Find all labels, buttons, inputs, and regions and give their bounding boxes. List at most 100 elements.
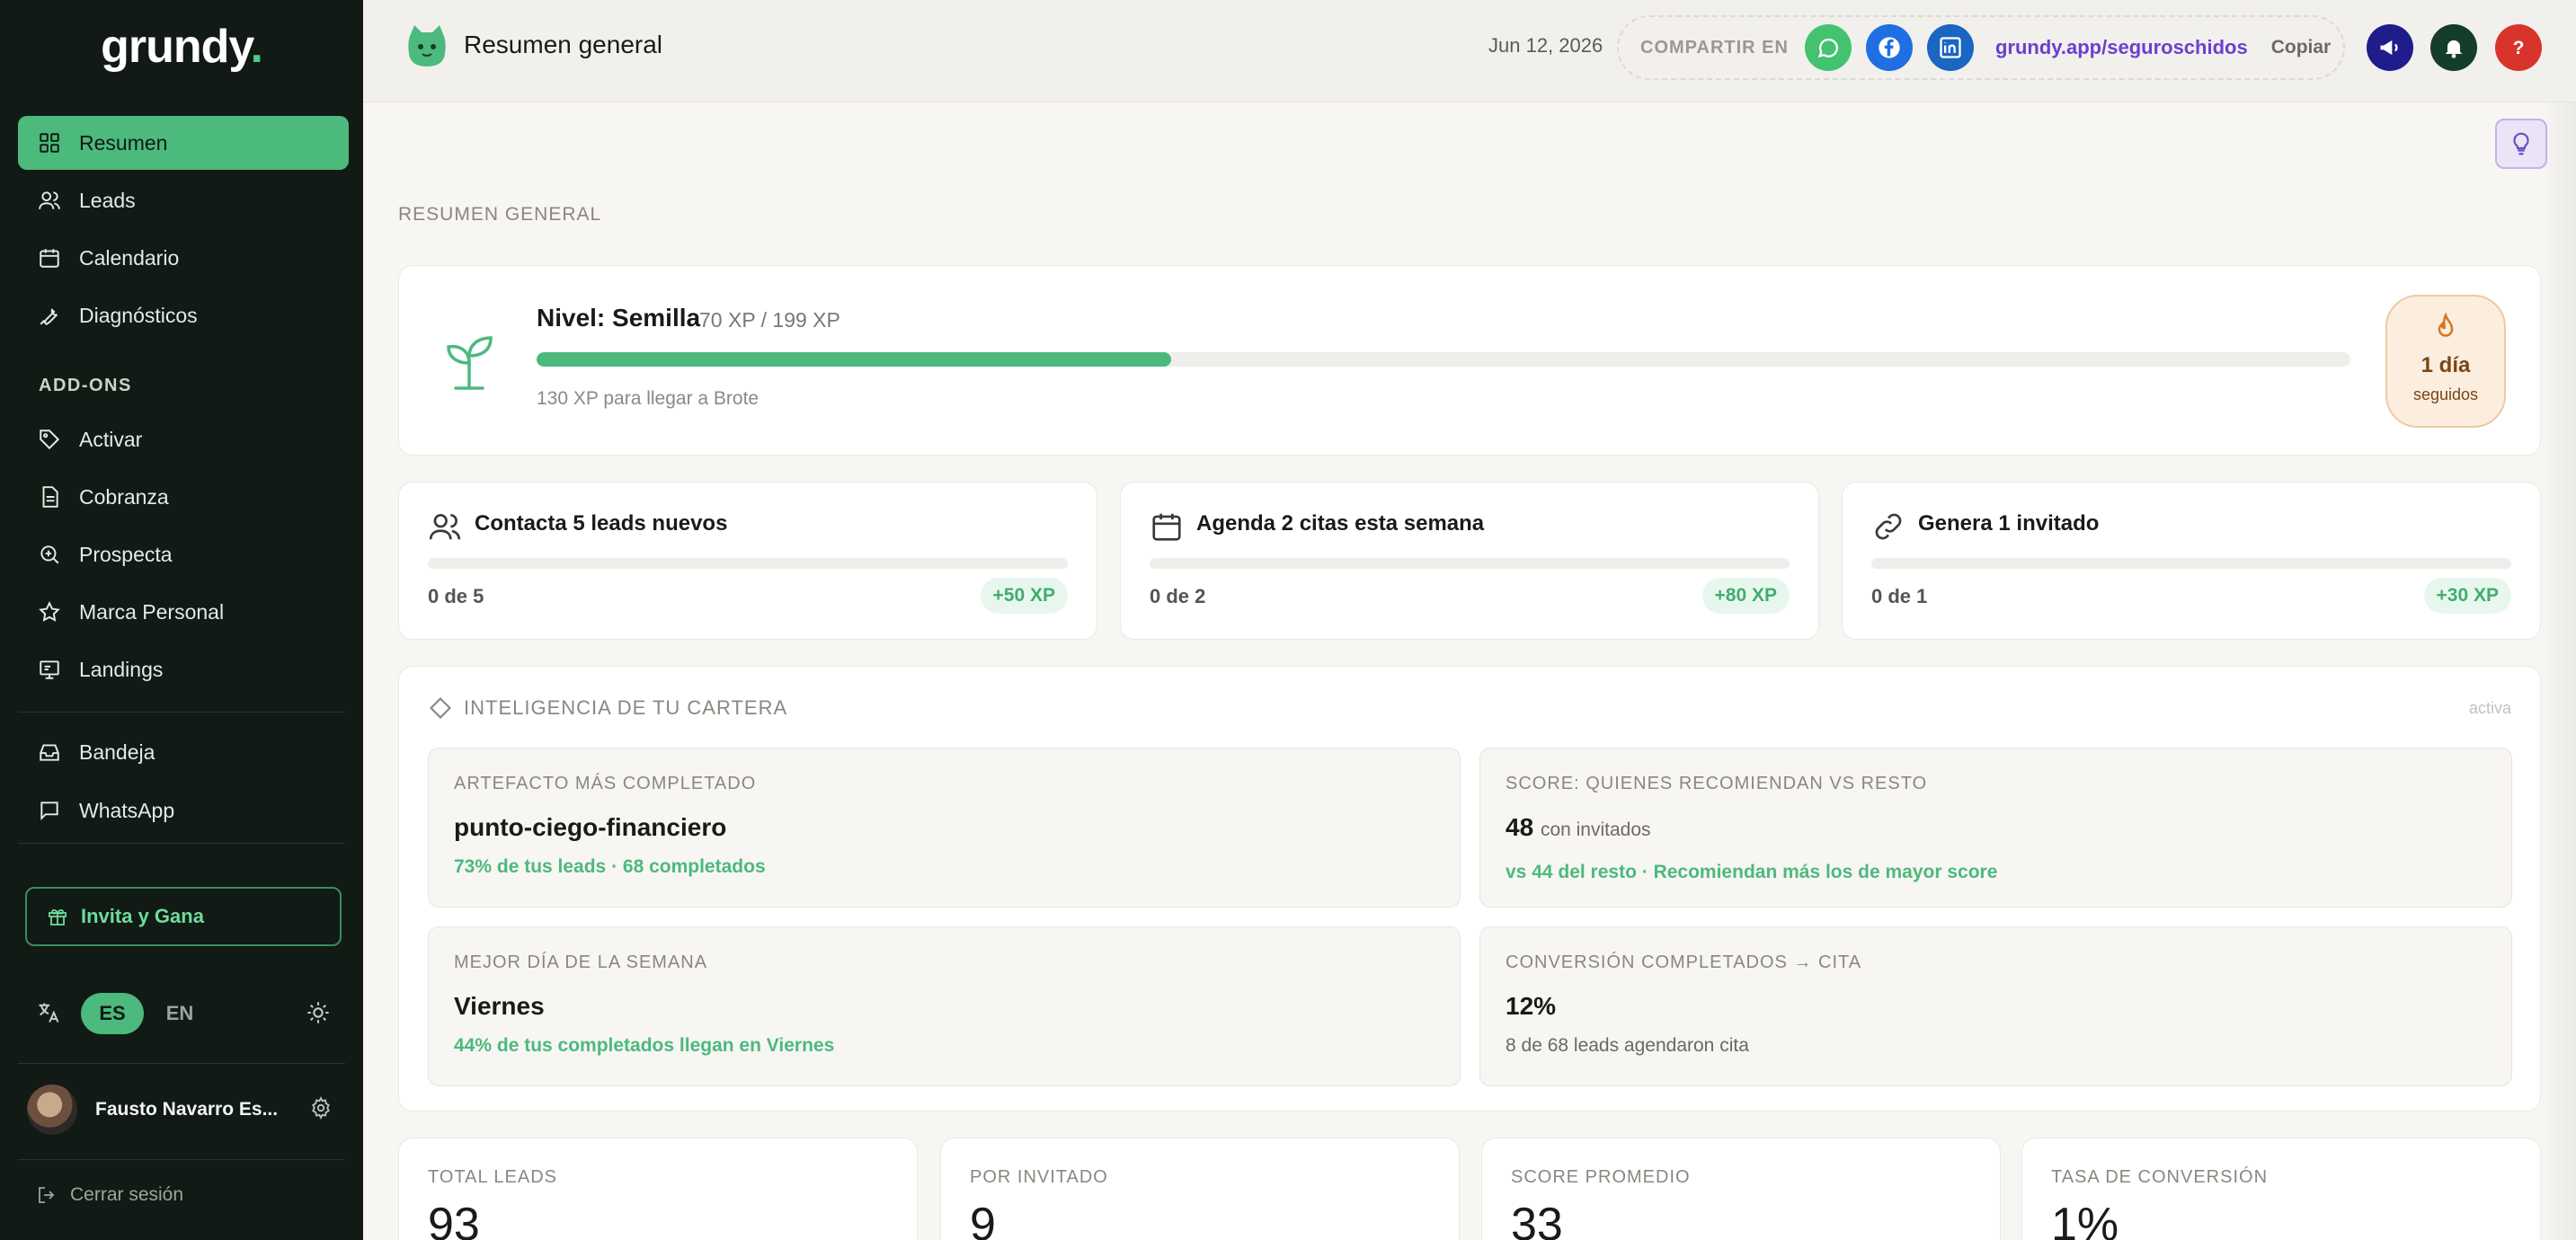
logout-button[interactable]: Cerrar sesión <box>36 1184 183 1206</box>
stat-value: 1% <box>2051 1199 2119 1240</box>
insight-value: punto-ciego-financiero <box>454 813 727 841</box>
sidebar-item-whatsapp[interactable]: WhatsApp <box>18 784 349 837</box>
task-title: Agenda 2 citas esta semana <box>1196 511 1485 536</box>
task-progress-bar <box>1871 558 2511 569</box>
announcements-button[interactable] <box>2367 24 2413 71</box>
task-card[interactable]: Agenda 2 citas esta semana 0 de 2 +80 XP <box>1120 482 1819 640</box>
sidebar-item-marca-personal[interactable]: Marca Personal <box>18 585 349 639</box>
insight-box: ARTEFACTO MÁS COMPLETADO punto-ciego-fin… <box>428 748 1461 908</box>
addons-section-label: ADD-ONS <box>39 376 132 395</box>
sidebar-item-label: Prospecta <box>79 542 173 566</box>
facebook-share-button[interactable] <box>1865 24 1913 71</box>
section-title: RESUMEN GENERAL <box>398 204 602 225</box>
sidebar-item-activar[interactable]: Activar <box>18 412 349 466</box>
invite-label: Invita y Gana <box>81 905 204 927</box>
insight-box: CONVERSIÓN COMPLETADOS → CITA 12% 8 de 6… <box>1479 926 2512 1086</box>
stat-card: TASA DE CONVERSIÓN 1% <box>2021 1138 2541 1240</box>
task-title: Contacta 5 leads nuevos <box>475 511 728 536</box>
sidebar-item-resumen[interactable]: Resumen <box>18 116 349 170</box>
lang-en-button[interactable]: EN <box>144 993 216 1034</box>
logout-icon <box>39 1187 55 1203</box>
stat-value: 93 <box>428 1199 480 1240</box>
search-plus-icon <box>38 543 61 566</box>
whatsapp-share-button[interactable] <box>1804 24 1852 71</box>
tag-icon <box>38 428 61 451</box>
sidebar-item-label: WhatsApp <box>79 798 175 822</box>
stat-card: TOTAL LEADS 93 <box>398 1138 918 1240</box>
grid-icon <box>38 131 61 155</box>
lang-es-button[interactable]: ES <box>81 993 144 1034</box>
sidebar-item-label: Activar <box>79 427 143 451</box>
sun-icon[interactable] <box>306 1000 333 1027</box>
insight-box: MEJOR DÍA DE LA SEMANA Viernes 44% de tu… <box>428 926 1461 1086</box>
gear-icon[interactable] <box>309 1095 333 1124</box>
insight-label: MEJOR DÍA DE LA SEMANA <box>454 952 708 972</box>
sprout-icon <box>447 336 493 390</box>
monitor-icon <box>38 658 61 681</box>
task-progress: 0 de 1 <box>1871 585 1928 607</box>
sidebar-item-label: Calendario <box>79 245 180 270</box>
stat-value: 33 <box>1511 1199 1563 1240</box>
task-progress: 0 de 2 <box>1150 585 1206 607</box>
sidebar-divider <box>18 1063 345 1064</box>
calendar-icon <box>38 246 61 270</box>
sidebar-item-prospecta[interactable]: Prospecta <box>18 527 349 581</box>
task-card[interactable]: Contacta 5 leads nuevos 0 de 5 +50 XP <box>398 482 1097 640</box>
share-link[interactable]: grundy.app/seguroschidos <box>1995 36 2248 59</box>
sidebar-divider <box>18 712 345 713</box>
sidebar-item-diagnosticos[interactable]: Diagnósticos <box>18 288 349 342</box>
task-progress-bar <box>428 558 1068 569</box>
sidebar-divider <box>18 843 345 844</box>
streak-days: 1 día <box>2421 353 2471 377</box>
star-icon <box>38 600 61 624</box>
invite-button[interactable]: Invita y Gana <box>25 887 342 946</box>
stat-card: POR INVITADO 9 <box>940 1138 1460 1240</box>
language-switcher: ES EN <box>36 993 333 1034</box>
svg-text:?: ? <box>2513 38 2525 58</box>
sidebar-item-leads[interactable]: Leads <box>18 173 349 227</box>
level-progress-bar <box>537 352 2350 367</box>
flame-icon <box>2438 312 2454 337</box>
logout-label: Cerrar sesión <box>70 1184 184 1205</box>
linkedin-share-button[interactable] <box>1926 24 1974 71</box>
page-title: Resumen general <box>464 31 663 58</box>
insight-value: 48 con invitados <box>1506 813 1651 841</box>
avatar[interactable] <box>27 1085 77 1135</box>
intel-header: INTELIGENCIA DE TU CARTERA <box>428 695 787 721</box>
sidebar-item-label: Resumen <box>79 130 168 155</box>
sidebar-item-calendario[interactable]: Calendario <box>18 231 349 285</box>
share-label: COMPARTIR EN <box>1640 37 1789 58</box>
task-card[interactable]: Genera 1 invitado 0 de 1 +30 XP <box>1842 482 2541 640</box>
insight-label: CONVERSIÓN COMPLETADOS → CITA <box>1506 952 1862 972</box>
lightbulb-icon <box>2513 132 2529 155</box>
notifications-button[interactable] <box>2430 24 2477 71</box>
task-title: Genera 1 invitado <box>1918 511 2100 536</box>
streak-badge[interactable]: 1 día seguidos <box>2385 295 2506 428</box>
level-xp: 70 XP / 199 XP <box>699 308 840 332</box>
sidebar-item-bandeja[interactable]: Bandeja <box>18 725 349 779</box>
copy-link-button[interactable]: Copiar <box>2271 37 2332 58</box>
insight-value: Viernes <box>454 992 545 1020</box>
inbox-icon <box>38 740 61 764</box>
share-bar: COMPARTIR EN grundy.app/seguroschidos Co… <box>1617 15 2345 80</box>
facebook-icon <box>1879 37 1900 58</box>
whatsapp-icon <box>1817 38 1838 58</box>
user-name: Fausto Navarro Es... <box>95 1099 279 1120</box>
mascot-icon[interactable] <box>402 23 452 70</box>
task-progress: 0 de 5 <box>428 585 484 607</box>
sidebar-item-landings[interactable]: Landings <box>18 642 349 696</box>
help-button[interactable]: ? <box>2495 24 2542 71</box>
sidebar-item-label: Marca Personal <box>79 599 225 624</box>
insight-label: SCORE: QUIENES RECOMIENDAN VS RESTO <box>1506 774 1928 793</box>
insight-sub: 8 de 68 leads agendaron cita <box>1506 1035 1749 1056</box>
calendar-icon <box>1150 509 1184 544</box>
sidebar-item-label: Diagnósticos <box>79 303 198 327</box>
app-logo[interactable]: grundy. <box>0 20 363 74</box>
wrench-icon <box>38 304 61 327</box>
user-profile[interactable]: Fausto Navarro Es... <box>27 1083 333 1137</box>
link-icon <box>1871 509 1905 544</box>
level-card: Nivel: Semilla 70 XP / 199 XP 130 XP par… <box>398 265 2541 456</box>
stat-card: SCORE PROMEDIO 33 <box>1481 1138 2001 1240</box>
task-progress-bar <box>1150 558 1790 569</box>
sidebar-item-cobranza[interactable]: Cobranza <box>18 470 349 524</box>
